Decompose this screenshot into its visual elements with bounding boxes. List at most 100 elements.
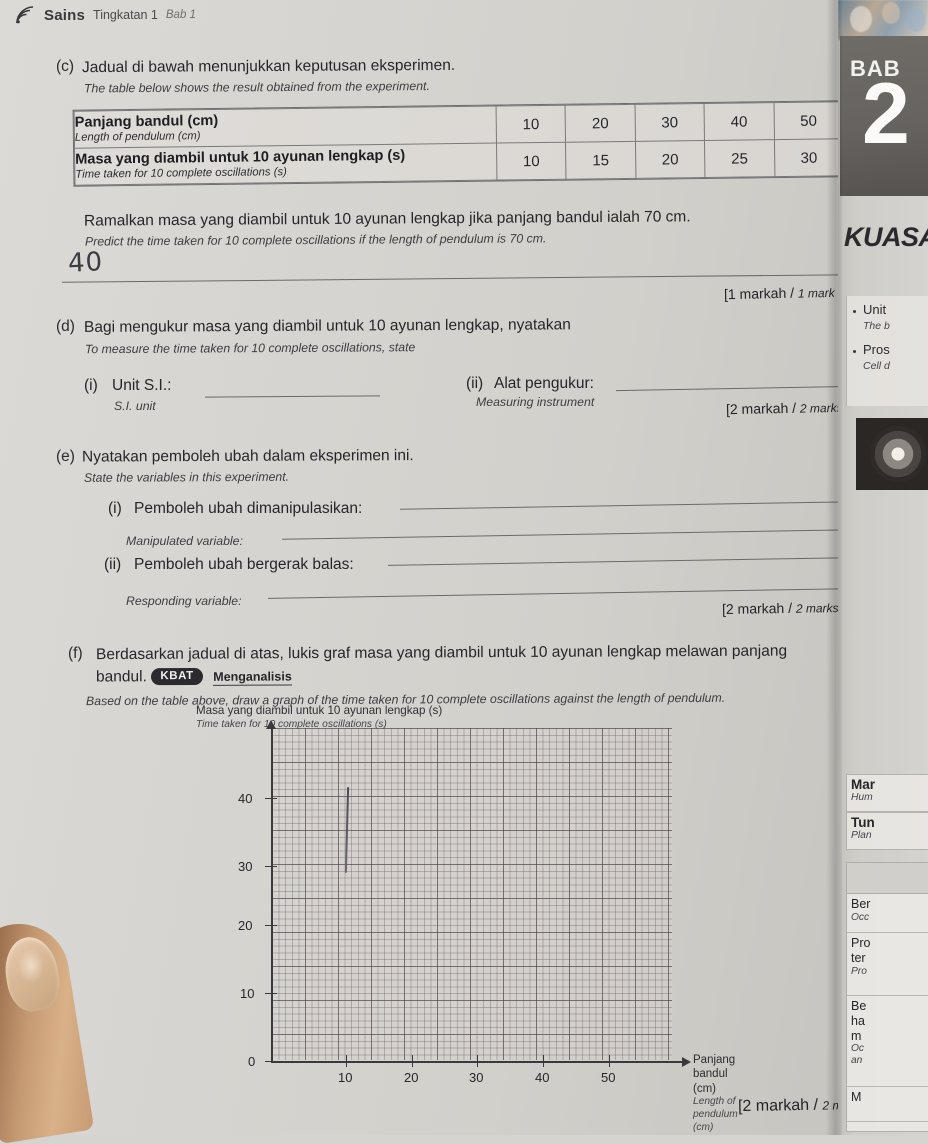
question-f-label: (f): [68, 645, 83, 662]
y-tick-label: 40: [238, 791, 253, 806]
table-cell: 40: [704, 102, 775, 141]
marks-c-ms: [1 markah /: [723, 284, 795, 303]
kbat-skill-label: Menganalisis: [213, 669, 292, 686]
question-e-ii-label: (ii): [104, 556, 122, 573]
x-tick-label: 40: [535, 1070, 550, 1085]
y-tick-label: 10: [240, 986, 255, 1001]
marks-d-en: 2 marks: [799, 400, 843, 416]
cell-microscope-image: [856, 418, 928, 490]
x-axis-label-en: Length of pendulum (cm): [693, 1096, 738, 1133]
marks-e-ms: [2 markah /: [721, 599, 793, 618]
question-e-ii-ms: Pemboleh ubah bergerak balas:: [134, 556, 354, 573]
question-f-text-ms-2: bandul.: [95, 668, 147, 686]
sidebar-bullet-en: The b: [863, 320, 890, 332]
marks-f-ms: [2 markah /: [737, 1096, 819, 1116]
table-cell: 25: [704, 139, 775, 178]
table-cell: 20: [635, 140, 706, 179]
sidebar-cell-ms: M: [851, 1090, 862, 1104]
table-cell: 10: [496, 142, 567, 181]
sidebar-table: Ber Occ Pro ter Pro Be ha m Oc an M: [846, 862, 928, 1132]
y-axis: [271, 728, 273, 1062]
chapter-heading: KUASA: [844, 222, 928, 252]
table-cell: 10: [495, 105, 566, 144]
question-d-ii-ms: Alat pengukur:: [494, 375, 594, 392]
question-d-i-en: S.I. unit: [114, 399, 156, 413]
y-axis-arrow-icon: [266, 720, 276, 729]
y-tick: [265, 993, 277, 995]
question-e-label: (e): [56, 448, 75, 465]
table-cell: 15: [565, 141, 636, 180]
chapter-label: Bab 1: [165, 9, 196, 21]
x-axis-label: Panjang bandul (cm) Length of pendulum (…: [693, 1053, 738, 1134]
x-tick: [543, 1055, 545, 1067]
kbat-badge: KBAT: [151, 667, 203, 686]
marks-e: [2 markah / 2 marks: [722, 599, 839, 617]
handwritten-answer-c: 40: [67, 247, 104, 279]
sidebar-table-row: Ber Occ: [847, 894, 928, 933]
sidebar-cell-ms: Be: [851, 999, 867, 1013]
question-e-i-label: (i): [108, 500, 122, 517]
sidebar-cell-ms-3: m: [851, 1028, 862, 1043]
table-cell: 30: [774, 138, 844, 177]
y-tick-label: 30: [238, 859, 253, 874]
graph-area: Masa yang diambil untuk 10 ayunan lengka…: [196, 698, 738, 1133]
sidebar-table-header: [847, 863, 928, 894]
results-table: Panjang bandul (cm) Length of pendulum (…: [72, 100, 846, 187]
question-e-i-ms: Pemboleh ubah dimanipulasikan:: [134, 500, 363, 517]
graph-grid: [272, 728, 672, 1060]
x-tick-label: 50: [601, 1070, 616, 1085]
table-cell: 20: [565, 104, 636, 143]
question-d-ii-en: Measuring instrument: [476, 395, 595, 409]
y-tick-label: 0: [248, 1054, 256, 1069]
question-d-label: (d): [56, 318, 75, 335]
x-tick-label: 30: [469, 1070, 484, 1085]
sidebar-cell-ms-2: ha: [851, 1013, 865, 1028]
y-tick-label: 20: [238, 918, 253, 933]
question-d-i-label: (i): [84, 377, 98, 394]
x-tick: [477, 1055, 479, 1067]
question-c-label: (c): [56, 58, 75, 75]
x-tick-label: 10: [338, 1070, 353, 1085]
sidebar-cell-en-2: an: [851, 1055, 863, 1067]
sidebar-box-en: Plan: [851, 830, 872, 841]
x-tick: [412, 1055, 414, 1067]
adjacent-page-sidebar: BAB 2 KUASA Unit The b Pros Cell d Mar H…: [838, 0, 928, 1135]
chapter-photo: [838, 0, 928, 40]
sidebar-box: Mar Hum: [846, 774, 928, 812]
question-e-i-en: Manipulated variable:: [126, 534, 243, 548]
sidebar-cell-ms: Pro: [851, 936, 871, 950]
x-axis-arrow-icon: [682, 1057, 691, 1067]
sidebar-cell-en: Oc: [851, 1043, 865, 1055]
question-e-ii-en: Responding variable:: [126, 594, 242, 608]
chapter-tab: BAB 2: [840, 36, 928, 196]
question-f-badge-row: bandul. KBAT Menganalisis: [96, 667, 292, 687]
question-d-i-ms: Unit S.I.:: [112, 377, 172, 394]
marks-c-en: 1 mark: [797, 285, 835, 301]
sidebar-cell-en: Pro: [851, 965, 867, 977]
chapter-tab-number: 2: [862, 66, 910, 162]
sidebar-cell-en: Occ: [851, 911, 870, 923]
exam-paper-page: Sains Tingkatan 1 Bab 1 (c) Jadual di ba…: [0, 0, 928, 1144]
y-tick: [265, 925, 277, 927]
sidebar-table-row: Pro ter Pro: [847, 933, 928, 996]
y-tick: [265, 798, 277, 800]
sidebar-box: Tun Plan: [846, 812, 928, 850]
sidebar-box-ms: Tun: [851, 815, 875, 830]
graph-y-title-ms: Masa yang diambil untuk 10 ayunan lengka…: [196, 704, 443, 717]
form-level: Tingkatan 1: [93, 8, 158, 22]
sidebar-bullet-en: Cell d: [863, 360, 890, 372]
question-d-ii-label: (ii): [466, 375, 484, 392]
page-header: Sains Tingkatan 1 Bab 1: [14, 4, 196, 26]
sidebar-table-row: Be ha m Oc an: [847, 996, 928, 1087]
question-d-text-ms: Bagi mengukur masa yang diambil untuk 10…: [83, 316, 571, 336]
y-tick: [265, 1061, 277, 1063]
sidebar-table-row: M: [847, 1087, 928, 1122]
marks-e-en: 2 marks: [795, 600, 839, 616]
sidebar-bullet-ms: Unit: [863, 302, 887, 317]
sidebar-box-en: Hum: [851, 792, 873, 803]
marks-d-ms: [2 markah /: [725, 399, 797, 418]
sidebar-cell-ms: Ber: [851, 897, 871, 911]
marks-d: [2 markah / 2 marks: [726, 399, 843, 417]
x-tick-label: 20: [404, 1070, 419, 1085]
table-cell: 50: [773, 101, 844, 140]
